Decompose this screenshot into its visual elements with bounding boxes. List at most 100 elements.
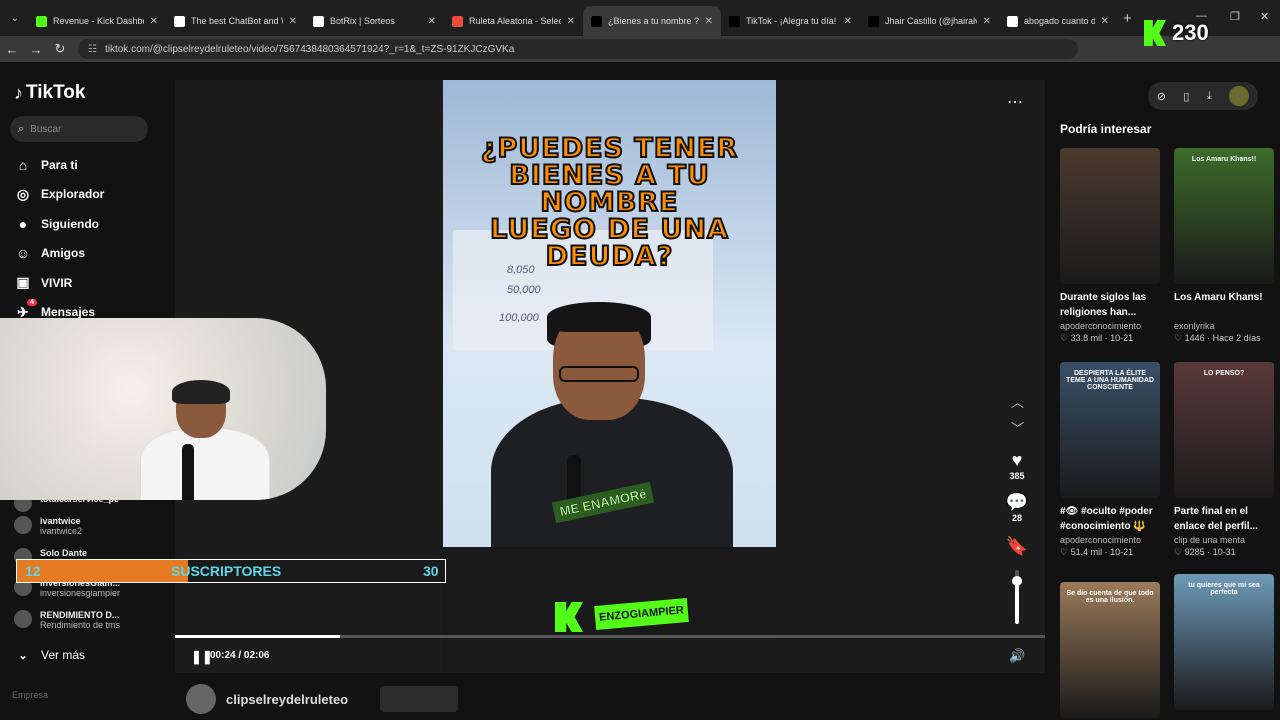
browser-tab[interactable]: BotRix | Sorteos ✕ (305, 6, 444, 36)
thumbnail-caption: tu quieres que mi sea perfecta (1188, 582, 1260, 596)
close-tab-icon[interactable]: ✕ (289, 16, 297, 27)
video-thumbnail[interactable]: Se dio cuenta de que todo es una ilusión… (1060, 582, 1160, 718)
close-tab-icon[interactable]: ✕ (567, 16, 575, 27)
sidebar-item-compass[interactable]: ◎ Explorador (14, 185, 104, 203)
url-text: tiktok.com/@clipselreydelruleteo/video/7… (104, 43, 515, 55)
progress-bar[interactable] (175, 635, 1045, 638)
author-avatar[interactable] (186, 684, 216, 714)
video-thumbnail[interactable] (1060, 148, 1160, 284)
browser-tab[interactable]: Revenue - Kick Dashboard ✕ (28, 6, 166, 36)
recommended-video-card[interactable]: DESPIERTA LA ÉLITE TEME A UNA HUMANIDAD … (1060, 362, 1160, 558)
browser-tab[interactable]: Jhair Castillo (@jhairalvan ✕ (860, 6, 999, 36)
video-thumbnail[interactable]: Los Amaru Khans!! (1174, 148, 1274, 284)
recommended-video-card[interactable]: LO PENSO? Parte final en el enlace del pe… (1174, 362, 1274, 558)
card-likes: 1446 (1184, 333, 1205, 343)
sidebar-item-friends[interactable]: ☺ Amigos (14, 244, 85, 262)
follow-button[interactable] (380, 686, 459, 712)
board-scribble: 50,000 (507, 284, 541, 296)
sidebar-item-following[interactable]: ● Siguiendo (14, 215, 99, 233)
like-button[interactable]: ♥ 385 (1001, 450, 1033, 481)
recommended-video-card[interactable]: Los Amaru Khans!! Los Amaru Khans! exonlyr… (1174, 148, 1274, 344)
close-tab-icon[interactable]: ✕ (705, 16, 713, 27)
heart-icon: ♡ (1174, 333, 1185, 343)
reload-icon[interactable]: ↻ (48, 41, 72, 57)
tab-title: Jhair Castillo (@jhairalvan (885, 16, 977, 26)
video-frame[interactable]: 8,050 50,000 100,000 ¿PUEDES TENER BIENES… (443, 80, 776, 673)
more-options-icon[interactable]: ⋯ (1007, 92, 1023, 112)
card-author[interactable]: apoderconocimiento (1060, 535, 1160, 545)
kick-viewer-badge: 230 (1144, 20, 1209, 46)
browser-tab[interactable]: TikTok - ¡Alegra tu día! ✕ (721, 6, 860, 36)
card-likes: 51.4 mil (1070, 547, 1103, 557)
following-account[interactable]: RENDIMIENTO D... Rendimiento de tms (14, 610, 120, 630)
search-icon: ⌕ (18, 122, 25, 135)
maximize-icon[interactable]: ❐ (1230, 10, 1240, 23)
browser-tab[interactable]: ¿Bienes a tu nombre ? ✕ (583, 6, 721, 36)
new-tab-button[interactable]: + (1123, 10, 1132, 27)
streamer-body (140, 428, 270, 500)
tiktok-logo[interactable]: ♪ TikTok (14, 82, 85, 104)
volume-knob[interactable] (1012, 575, 1022, 586)
recommended-video-card[interactable]: Se dio cuenta de que todo es una ilusión… (1060, 582, 1160, 718)
previous-video-icon[interactable]: ︿ (1011, 392, 1024, 411)
following-account[interactable]: ivantwice ivantwice2 (14, 516, 82, 536)
webcam-whiteboard (60, 318, 280, 388)
thumbnail-caption: LO PENSO? (1203, 370, 1245, 377)
profile-avatar[interactable] (1229, 86, 1250, 106)
card-author[interactable]: exonlyrika (1174, 321, 1274, 331)
tab-title: Revenue - Kick Dashboard (53, 16, 144, 26)
download-icon[interactable]: ⤓ (1207, 90, 1212, 103)
close-tab-icon[interactable]: ✕ (428, 16, 436, 27)
browser-tab[interactable]: The best ChatBot and Wi ✕ (166, 6, 305, 36)
see-more-button[interactable]: ⌄ Ver más (14, 646, 85, 664)
forward-icon[interactable]: → (24, 42, 48, 57)
meta-separator: · (1102, 547, 1111, 557)
following-icon: ● (18, 215, 28, 232)
bookmark-button[interactable]: 🔖 (1001, 536, 1033, 557)
back-icon[interactable]: ← (0, 42, 24, 57)
video-thumbnail[interactable]: DESPIERTA LA ÉLITE TEME A UNA HUMANIDAD … (1060, 362, 1160, 498)
subscriber-label: SUSCRIPTORES (171, 563, 282, 579)
messages-badge: 4 (27, 299, 37, 306)
video-thumbnail[interactable]: tu quieres que mi sea perfecta (1174, 574, 1274, 710)
account-name: RENDIMIENTO D... (40, 610, 120, 620)
sidebar-item-home[interactable]: ⌂ Para ti (14, 156, 78, 174)
address-bar-row: ← → ↻ ☷ tiktok.com/@clipselreydelruleteo… (0, 36, 1280, 62)
presenter-body (491, 398, 733, 558)
close-window-icon[interactable]: ✕ (1260, 10, 1269, 23)
heart-icon: ♥ (1011, 450, 1023, 470)
search-input[interactable]: ⌕ Buscar (10, 116, 148, 142)
comment-button[interactable]: 💬 28 (1001, 492, 1033, 523)
recommended-video-card[interactable]: tu quieres que mi sea perfecta (1174, 574, 1274, 710)
close-tab-icon[interactable]: ✕ (983, 16, 991, 27)
card-author[interactable]: clip de una menta (1174, 535, 1274, 545)
compass-icon[interactable]: ⊘ (1157, 90, 1166, 103)
account-handle: ivantwice2 (40, 526, 83, 536)
webcam-overlay (0, 318, 326, 500)
next-video-icon[interactable]: ﹀ (1011, 418, 1024, 437)
thumbnail-caption: DESPIERTA LA ÉLITE TEME A UNA HUMANIDAD … (1066, 370, 1154, 391)
like-count: 385 (1009, 471, 1025, 481)
close-tab-icon[interactable]: ✕ (844, 16, 852, 27)
streamer-hair (172, 380, 230, 404)
volume-icon[interactable]: 🔊 (1009, 648, 1025, 664)
footer-link[interactable]: Empresa (12, 690, 48, 700)
live-icon: ▣ (16, 274, 30, 291)
sidebar-item-live[interactable]: ▣ VIVIR (14, 274, 72, 292)
card-author[interactable]: apoderconocimiento (1060, 321, 1160, 331)
device-icon[interactable]: ▯ (1183, 90, 1189, 103)
account-name: Solo Dante (40, 548, 88, 558)
close-tab-icon[interactable]: ✕ (1101, 16, 1109, 27)
close-tab-icon[interactable]: ✕ (150, 16, 158, 27)
card-meta: ♡ 33.8 mil · 10-21 (1060, 333, 1160, 344)
tab-search-icon[interactable]: ⌄ (2, 5, 28, 31)
browser-tab[interactable]: abogado cuanto declara ✕ (999, 6, 1117, 36)
browser-tab[interactable]: Ruleta Aleatoria - Selector ✕ (444, 6, 583, 36)
site-info-icon[interactable]: ☷ (88, 44, 97, 55)
video-thumbnail[interactable]: LO PENSO? (1174, 362, 1274, 498)
recommended-video-card[interactable]: Durante siglos las religiones han... apod… (1060, 148, 1160, 344)
url-input[interactable]: ☷ tiktok.com/@clipselreydelruleteo/video… (78, 39, 1078, 59)
author-name[interactable]: clipselreydelruleteo (226, 692, 348, 707)
volume-slider[interactable] (1012, 570, 1022, 624)
sidebar-item-label: VIVIR (41, 275, 73, 290)
